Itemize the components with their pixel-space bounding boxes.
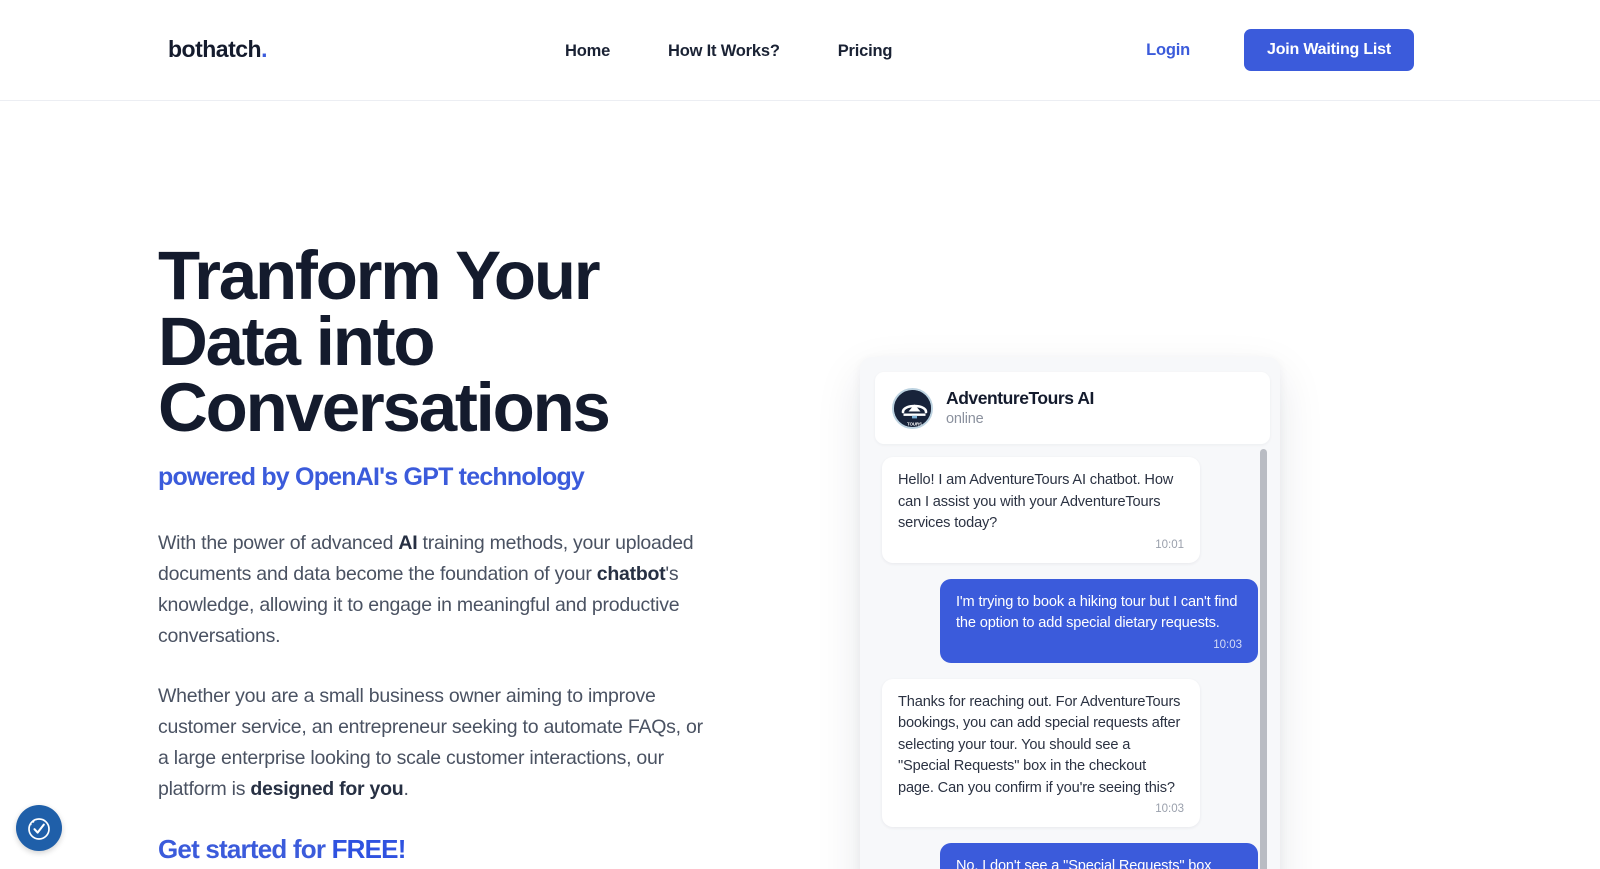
message-timestamp: 10:03 — [1213, 638, 1242, 651]
nav-item-how-it-works[interactable]: How It Works? — [668, 38, 780, 65]
message-timestamp: 10:01 — [1155, 538, 1184, 551]
svg-text:TOURS: TOURS — [907, 421, 922, 426]
hero-subtitle: powered by OpenAI's GPT technology — [158, 463, 585, 491]
avatar: TOURS — [892, 387, 933, 429]
hero-p1-bold-chatbot: chatbot — [596, 563, 666, 585]
chat-message-bot-1: Hello! I am AdventureTours AI chatbot. H… — [882, 457, 1258, 563]
hero-p1-bold-ai: AI — [398, 532, 418, 554]
chat-agent-identity: AdventureTours AI online — [946, 388, 1094, 429]
message-bubble: I'm trying to book a hiking tour but I c… — [940, 578, 1258, 663]
brand-logo-text: bothatch — [168, 36, 262, 62]
nav-item-pricing[interactable]: Pricing — [838, 38, 893, 65]
message-text: Hello! I am AdventureTours AI chatbot. H… — [898, 472, 1174, 531]
login-link[interactable]: Login — [1146, 41, 1190, 60]
header-actions: Login Join Waiting List — [1146, 29, 1414, 71]
chat-message-list[interactable]: Hello! I am AdventureTours AI chatbot. H… — [860, 444, 1280, 869]
nav-item-home[interactable]: Home — [565, 38, 610, 65]
message-text: Thanks for reaching out. For AdventureTo… — [898, 693, 1181, 796]
chat-scrollbar[interactable] — [1260, 449, 1267, 869]
chat-scrollbar-thumb[interactable] — [1260, 449, 1267, 869]
accessibility-widget-button[interactable] — [16, 805, 62, 851]
hero-p2-part1: Whether you are a small business owner a… — [158, 685, 703, 800]
message-bubble: Hello! I am AdventureTours AI chatbot. H… — [882, 457, 1200, 563]
get-started-free-link[interactable]: Get started for FREE! — [158, 834, 406, 865]
message-bubble: Thanks for reaching out. For AdventureTo… — [882, 678, 1200, 827]
join-waiting-list-button[interactable]: Join Waiting List — [1244, 29, 1414, 71]
chat-agent-status: online — [946, 410, 984, 427]
cta-prefix: Get started for — [158, 834, 332, 864]
chat-message-bot-2: Thanks for reaching out. For AdventureTo… — [882, 678, 1258, 827]
hero-section: Tranform Your Data into Conversations po… — [0, 101, 1600, 869]
brand-logo-dot: . — [261, 36, 267, 62]
hero-paragraph-1: With the power of advanced AI training m… — [158, 528, 718, 652]
accessibility-check-icon — [28, 818, 50, 840]
hero-copy: Tranform Your Data into Conversations po… — [158, 241, 718, 865]
site-header: bothatch. Home How It Works? Pricing Log… — [0, 0, 1600, 101]
hero-p2-bold-designed: designed for you — [250, 778, 404, 800]
adventure-tours-logo-icon: TOURS — [894, 389, 931, 427]
chat-message-user-2: No, I don't see a "Special Requests" box… — [882, 843, 1258, 869]
hero-p1-part1: With the power of advanced — [158, 532, 399, 554]
hero-paragraph-2: Whether you are a small business owner a… — [158, 681, 718, 805]
main-navigation: Home How It Works? Pricing — [565, 38, 892, 65]
chat-header: TOURS AdventureTours AI online — [875, 372, 1270, 444]
message-text: I'm trying to book a hiking tour but I c… — [956, 593, 1238, 632]
message-timestamp: 10:03 — [1155, 803, 1184, 815]
chat-widget: TOURS AdventureTours AI online Hello! I … — [860, 357, 1280, 869]
chat-agent-name: AdventureTours AI — [946, 387, 1094, 408]
hero-p2-part2: . — [403, 778, 409, 800]
cta-highlight: FREE! — [331, 834, 407, 864]
message-bubble: No, I don't see a "Special Requests" box… — [940, 843, 1258, 869]
page-title: Tranform Your Data into Conversations — [158, 241, 718, 442]
message-text: No, I don't see a "Special Requests" box… — [956, 858, 1212, 869]
chat-message-user-1: I'm trying to book a hiking tour but I c… — [882, 578, 1258, 663]
brand-logo[interactable]: bothatch. — [168, 36, 267, 63]
hero-title-line-3: Conversations — [158, 369, 611, 446]
